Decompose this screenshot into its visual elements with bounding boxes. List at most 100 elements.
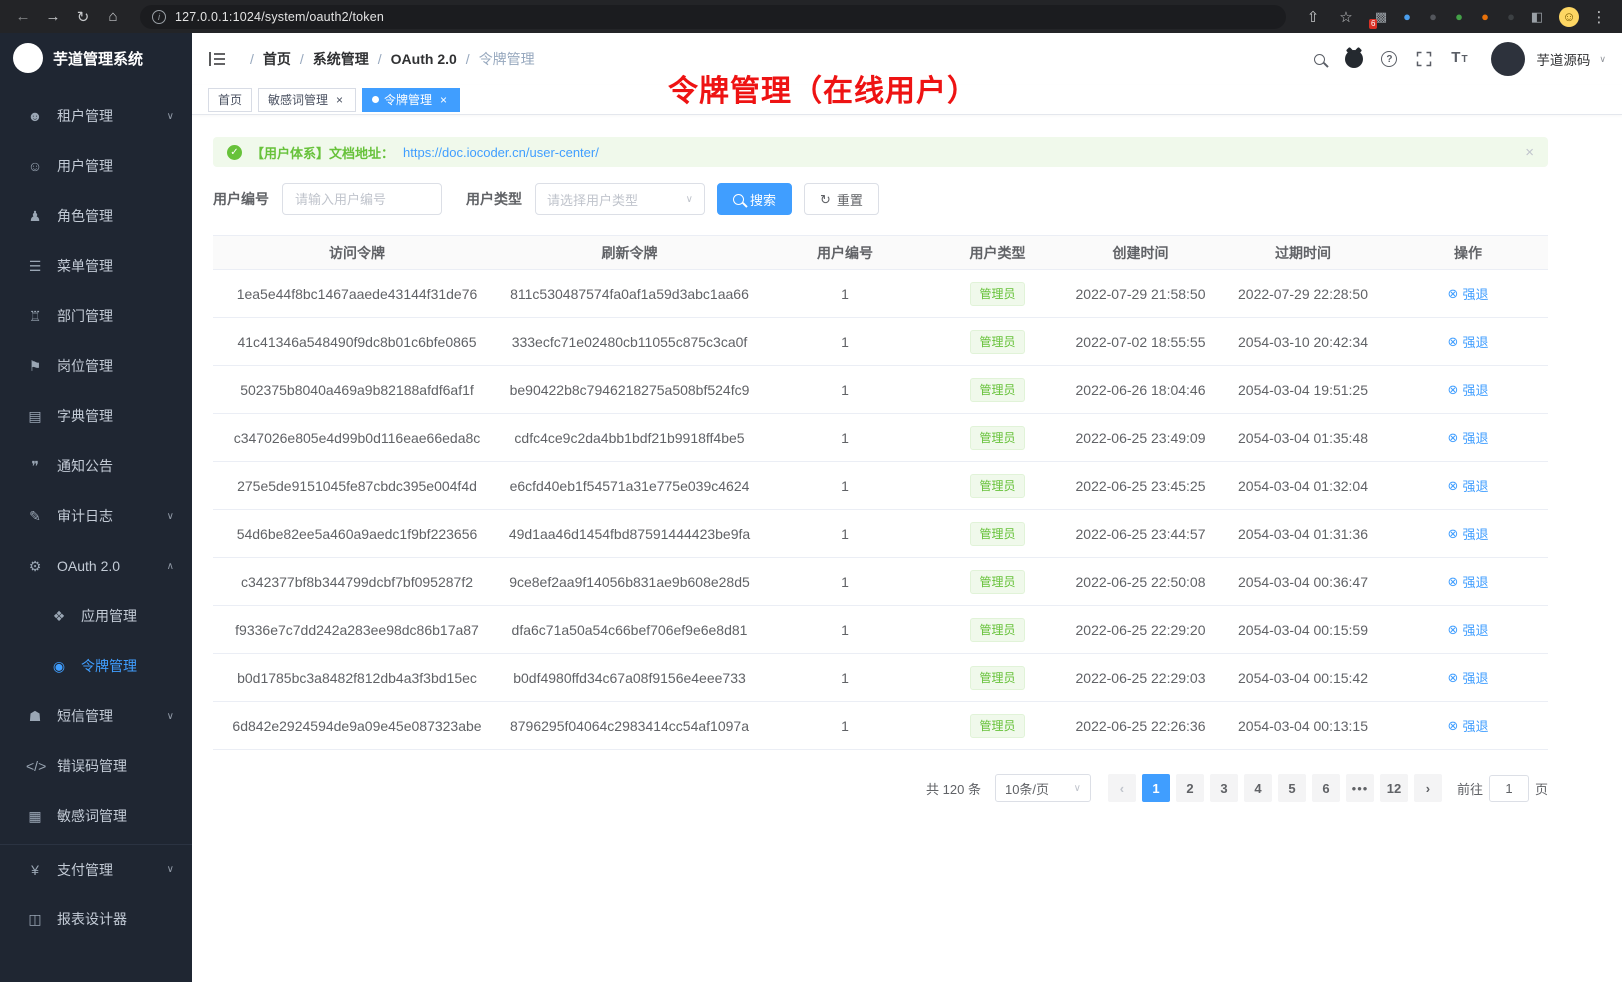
page-number-button[interactable]: 6 bbox=[1312, 774, 1340, 802]
refresh-token-cell: dfa6c71a50a54c66bef706ef9e6e8d81 bbox=[501, 606, 758, 653]
browser-extension-icon[interactable]: ● bbox=[1476, 8, 1494, 26]
breadcrumb-item[interactable]: / OAuth 2.0 bbox=[369, 51, 457, 67]
prev-page-button[interactable]: ‹ bbox=[1108, 774, 1136, 802]
user-id-cell: 1 bbox=[758, 366, 932, 413]
sidebar-item[interactable]: ❖ 应用管理 bbox=[0, 591, 192, 641]
reset-button[interactable]: ↻ 重置 bbox=[804, 183, 879, 215]
force-logout-button[interactable]: ⊗ 强退 bbox=[1448, 716, 1489, 735]
sidebar-collapse-icon[interactable] bbox=[208, 51, 226, 67]
column-header[interactable]: 刷新令牌 bbox=[501, 236, 758, 269]
sidebar-item[interactable]: ❞ 通知公告 bbox=[0, 441, 192, 491]
column-header[interactable]: 用户编号 bbox=[758, 236, 932, 269]
browser-profile-avatar[interactable]: ☺ bbox=[1559, 7, 1579, 27]
page-number-button[interactable]: 12 bbox=[1380, 774, 1408, 802]
bookmark-star-icon[interactable]: ☆ bbox=[1333, 4, 1359, 30]
force-logout-button[interactable]: ⊗ 强退 bbox=[1448, 428, 1489, 447]
help-icon[interactable]: ? bbox=[1380, 49, 1398, 69]
browser-home-icon[interactable]: ⌂ bbox=[100, 4, 126, 30]
browser-extension-icon[interactable]: ● bbox=[1424, 8, 1442, 26]
force-logout-button[interactable]: ⊗ 强退 bbox=[1448, 668, 1489, 687]
force-logout-button[interactable]: ⊗ 强退 bbox=[1448, 284, 1489, 303]
doc-link[interactable]: https://doc.iocoder.cn/user-center/ bbox=[403, 145, 599, 160]
created-time-cell: 2022-06-25 22:50:08 bbox=[1063, 558, 1218, 605]
force-logout-button[interactable]: ⊗ 强退 bbox=[1448, 524, 1489, 543]
next-page-button[interactable]: › bbox=[1414, 774, 1442, 802]
page-number-button[interactable]: 4 bbox=[1244, 774, 1272, 802]
page-size-select[interactable]: 10条/页 ∨ bbox=[995, 774, 1091, 802]
browser-back-icon[interactable]: ← bbox=[10, 4, 36, 30]
created-time-cell: 2022-06-25 22:29:03 bbox=[1063, 654, 1218, 701]
force-logout-button[interactable]: ⊗ 强退 bbox=[1448, 476, 1489, 495]
sidebar-item[interactable]: </> 错误码管理 bbox=[0, 741, 192, 791]
sidebar-item[interactable]: ♟ 角色管理 bbox=[0, 191, 192, 241]
sidebar-item[interactable]: ☺ 用户管理 bbox=[0, 141, 192, 191]
page-number-button[interactable]: 3 bbox=[1210, 774, 1238, 802]
browser-extension-icon[interactable]: ● bbox=[1398, 8, 1416, 26]
sidebar-item[interactable]: ☻ 租户管理 ∨ bbox=[0, 91, 192, 141]
browser-extension-icon[interactable]: ● bbox=[1450, 8, 1468, 26]
column-header[interactable]: 过期时间 bbox=[1218, 236, 1388, 269]
select-caret-icon: ∨ bbox=[686, 194, 693, 205]
tab-close-icon[interactable]: × bbox=[333, 93, 346, 106]
sidebar-item[interactable]: ▦ 敏感词管理 bbox=[0, 791, 192, 841]
force-logout-icon: ⊗ bbox=[1448, 575, 1459, 588]
user-avatar[interactable] bbox=[1491, 42, 1525, 76]
page-number-button[interactable]: 2 bbox=[1176, 774, 1204, 802]
browser-extension-icon[interactable]: ◧ bbox=[1528, 8, 1546, 26]
tab-chip[interactable]: 首页 bbox=[208, 88, 252, 112]
user-type-badge: 管理员 bbox=[970, 330, 1024, 354]
browser-menu-icon[interactable]: ⋮ bbox=[1586, 4, 1612, 30]
alert-close-icon[interactable]: × bbox=[1525, 144, 1534, 161]
sidebar-item[interactable]: ☗ 短信管理 ∨ bbox=[0, 691, 192, 741]
site-info-icon[interactable]: i bbox=[152, 10, 166, 24]
breadcrumb-item[interactable]: / 系统管理 bbox=[291, 49, 369, 69]
force-logout-button[interactable]: ⊗ 强退 bbox=[1448, 332, 1489, 351]
sidebar-item[interactable]: ◫ 报表设计器 bbox=[0, 894, 192, 944]
browser-reload-icon[interactable]: ↻ bbox=[70, 4, 96, 30]
sidebar-item[interactable]: ⚙ OAuth 2.0 ∧ bbox=[0, 541, 192, 591]
search-button[interactable]: 搜索 bbox=[717, 183, 792, 215]
page-number-button[interactable]: 1 bbox=[1142, 774, 1170, 802]
page-number-button[interactable]: 5 bbox=[1278, 774, 1306, 802]
table-row: b0d1785bc3a8482f812db4a3f3bd15ec b0df498… bbox=[213, 654, 1548, 702]
column-header[interactable]: 创建时间 bbox=[1063, 236, 1218, 269]
sidebar-item[interactable]: ✎ 审计日志 ∨ bbox=[0, 491, 192, 541]
sidebar-item-icon: ♟ bbox=[26, 208, 44, 225]
tab-close-icon[interactable]: × bbox=[437, 93, 450, 106]
sidebar-item[interactable]: ⚑ 岗位管理 bbox=[0, 341, 192, 391]
share-icon[interactable]: ⇧ bbox=[1300, 4, 1326, 30]
tab-chip[interactable]: 令牌管理 × bbox=[362, 88, 460, 112]
sidebar-item[interactable]: ¥ 支付管理 ∨ bbox=[0, 844, 192, 894]
user-menu-caret-icon[interactable]: ∨ bbox=[1599, 54, 1606, 65]
force-logout-button[interactable]: ⊗ 强退 bbox=[1448, 620, 1489, 639]
font-size-icon[interactable]: TT bbox=[1450, 49, 1468, 69]
github-icon[interactable] bbox=[1345, 49, 1363, 69]
fullscreen-icon[interactable] bbox=[1415, 49, 1433, 69]
breadcrumb-item[interactable]: / 首页 bbox=[241, 49, 291, 69]
tab-chip[interactable]: 敏感词管理 × bbox=[258, 88, 356, 112]
browser-extension-icon[interactable]: ▩ 6 bbox=[1372, 8, 1390, 26]
page-number-button[interactable]: ••• bbox=[1346, 774, 1374, 802]
column-header[interactable]: 操作 bbox=[1388, 236, 1548, 269]
breadcrumb-separator: / bbox=[466, 51, 470, 67]
sidebar-item[interactable]: ▤ 字典管理 bbox=[0, 391, 192, 441]
user-id-input[interactable] bbox=[282, 183, 442, 215]
force-logout-button[interactable]: ⊗ 强退 bbox=[1448, 380, 1489, 399]
sidebar-item-label: 租户管理 bbox=[57, 106, 154, 126]
access-token-cell: 275e5de9151045fe87cbdc395e004f4d bbox=[213, 462, 501, 509]
sidebar-item-icon: ♖ bbox=[26, 308, 44, 325]
column-header[interactable]: 用户类型 bbox=[932, 236, 1063, 269]
sidebar-item[interactable]: ◉ 令牌管理 bbox=[0, 641, 192, 691]
sidebar-item[interactable]: ☰ 菜单管理 bbox=[0, 241, 192, 291]
column-header[interactable]: 访问令牌 bbox=[213, 236, 501, 269]
force-logout-button[interactable]: ⊗ 强退 bbox=[1448, 572, 1489, 591]
address-bar[interactable]: i 127.0.0.1:1024/system/oauth2/token bbox=[140, 5, 1286, 29]
user-type-select[interactable]: 请选择用户类型 ∨ bbox=[535, 183, 705, 215]
search-icon[interactable] bbox=[1310, 49, 1328, 69]
browser-extension-icon[interactable]: ● bbox=[1502, 8, 1520, 26]
browser-forward-icon[interactable]: → bbox=[40, 4, 66, 30]
breadcrumb-item[interactable]: / 令牌管理 bbox=[457, 49, 535, 69]
sidebar-item[interactable]: ♖ 部门管理 bbox=[0, 291, 192, 341]
goto-page-input[interactable] bbox=[1489, 775, 1529, 802]
user-name[interactable]: 芋道源码 bbox=[1536, 49, 1590, 69]
